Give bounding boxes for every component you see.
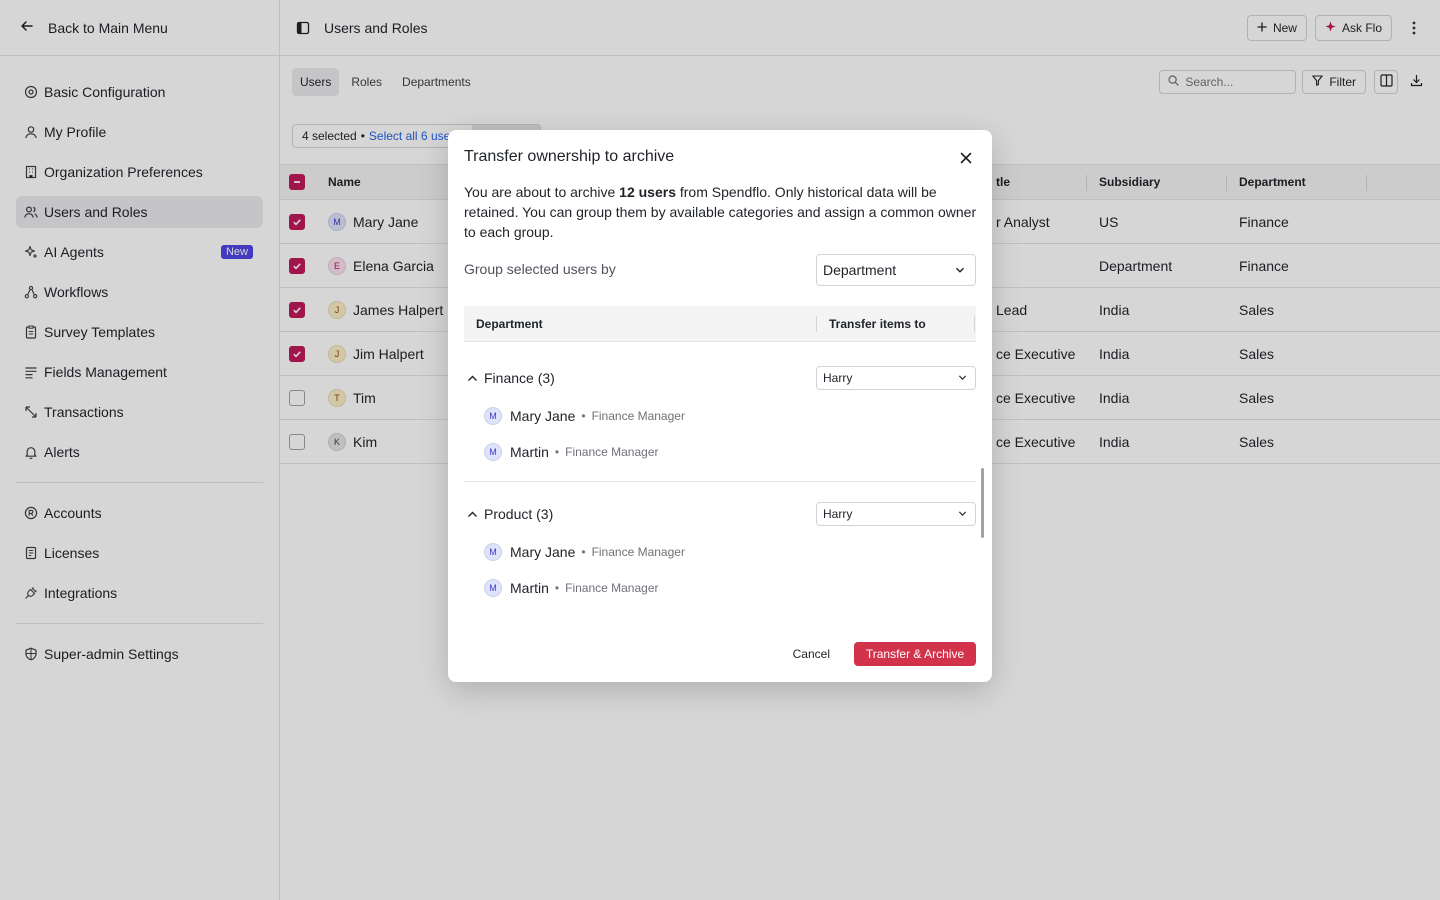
- owner-value: Harry: [823, 371, 853, 385]
- group-by-label: Group selected users by: [464, 261, 616, 277]
- column-header-department: Department: [476, 317, 543, 331]
- member-role: Finance Manager: [565, 581, 659, 595]
- member-name: Mary Jane: [510, 408, 576, 424]
- group-member: M Martin • Finance Manager: [484, 442, 659, 462]
- dialog-title: Transfer ownership to archive: [464, 148, 675, 165]
- owner-select[interactable]: Harry: [816, 502, 976, 526]
- chevron-up-icon[interactable]: [464, 506, 480, 522]
- group-row: Product (3) Harry: [464, 500, 976, 528]
- owner-value: Harry: [823, 507, 853, 521]
- chevron-down-icon: [958, 507, 967, 521]
- group-name: Finance (3): [484, 370, 555, 386]
- member-role: Finance Manager: [591, 409, 685, 423]
- separator-dot: •: [581, 545, 586, 559]
- avatar: M: [484, 543, 502, 561]
- column-divider: [816, 316, 817, 332]
- group-row: Finance (3) Harry: [464, 364, 976, 392]
- chevron-down-icon: [955, 262, 965, 278]
- column-divider: [974, 316, 975, 332]
- avatar: M: [484, 407, 502, 425]
- group-divider: [464, 481, 976, 482]
- chevron-down-icon: [958, 371, 967, 385]
- scrollbar[interactable]: [981, 468, 984, 538]
- separator-dot: •: [554, 581, 560, 595]
- group-member: M Mary Jane • Finance Manager: [484, 542, 685, 562]
- avatar: M: [484, 443, 502, 461]
- group-name: Product (3): [484, 506, 554, 522]
- group-by-value: Department: [823, 262, 897, 278]
- group-member: M Mary Jane • Finance Manager: [484, 406, 685, 426]
- column-header-transfer: Transfer items to: [829, 317, 926, 331]
- chevron-up-icon[interactable]: [464, 370, 480, 386]
- avatar: M: [484, 579, 502, 597]
- transfer-ownership-dialog: Transfer ownership to archive You are ab…: [448, 130, 992, 682]
- cancel-button[interactable]: Cancel: [787, 642, 836, 666]
- member-name: Martin: [510, 444, 549, 460]
- member-name: Martin: [510, 580, 549, 596]
- member-name: Mary Jane: [510, 544, 576, 560]
- dialog-description: You are about to archive 12 users from S…: [464, 182, 980, 242]
- separator-dot: •: [581, 409, 586, 423]
- group-member: M Martin • Finance Manager: [484, 578, 659, 598]
- transfer-and-archive-button[interactable]: Transfer & Archive: [854, 642, 976, 666]
- separator-dot: •: [554, 445, 560, 459]
- groups-table-header: Department Transfer items to: [464, 306, 976, 342]
- owner-select[interactable]: Harry: [816, 366, 976, 390]
- member-role: Finance Manager: [591, 545, 685, 559]
- desc-count: 12 users: [619, 184, 676, 200]
- close-icon[interactable]: [956, 148, 976, 168]
- member-role: Finance Manager: [565, 445, 659, 459]
- group-by-select[interactable]: Department: [816, 254, 976, 286]
- desc-prefix: You are about to archive: [464, 184, 620, 200]
